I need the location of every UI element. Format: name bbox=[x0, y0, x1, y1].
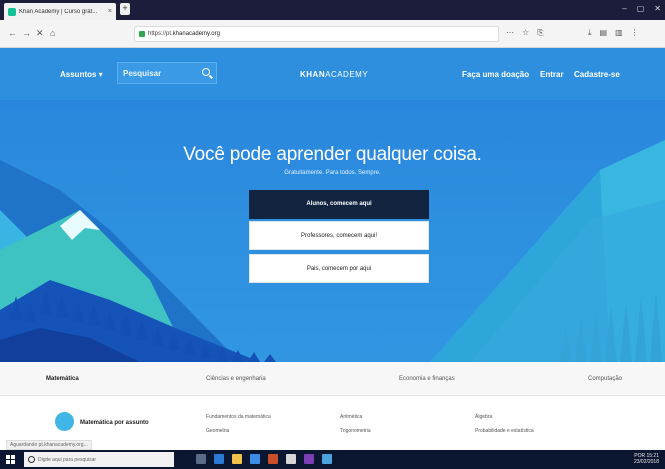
page-actions-icon[interactable]: ⋯ bbox=[506, 28, 514, 38]
tab-close-icon[interactable]: × bbox=[108, 8, 112, 15]
taskbar-search-input[interactable]: Digite aqui para pesquisar bbox=[38, 457, 96, 463]
back-icon[interactable]: ← bbox=[8, 28, 17, 38]
browser-tab[interactable]: Khan Academy | Curso grát... × bbox=[4, 3, 116, 20]
app-icon[interactable] bbox=[286, 454, 296, 464]
course-link[interactable]: Aritmética bbox=[340, 414, 362, 420]
site-logo[interactable]: KHANACADEMY bbox=[300, 70, 368, 79]
search-box[interactable]: Pesquisar bbox=[117, 62, 217, 84]
taskbar-search[interactable]: Digite aqui para pesquisar bbox=[24, 452, 174, 467]
new-tab-button[interactable]: + bbox=[120, 3, 130, 15]
close-window-icon[interactable]: ✕ bbox=[654, 4, 661, 13]
sidebar-icon[interactable]: ▥ bbox=[615, 28, 623, 38]
address-bar[interactable]: https://pt.khanacademy.org bbox=[134, 26, 499, 42]
subject-tab-economics[interactable]: Economia e finanças bbox=[399, 376, 455, 382]
parent-start-button[interactable]: Pais, comecem por aqui bbox=[249, 254, 429, 283]
course-link[interactable]: Geometria bbox=[206, 428, 229, 434]
learner-start-button[interactable]: Alunos, comecem aqui bbox=[249, 190, 429, 219]
subject-content: Matemática por assunto Fundamentos da ma… bbox=[0, 396, 665, 442]
teacher-start-button[interactable]: Professores, comecem aqui! bbox=[249, 221, 429, 250]
address-actions: ⋯ ☆ ⎘ bbox=[506, 28, 544, 38]
app-icon[interactable] bbox=[322, 454, 332, 464]
course-link[interactable]: Álgebra bbox=[475, 414, 492, 420]
course-link[interactable]: Trigonometria bbox=[340, 428, 371, 434]
stop-icon[interactable]: ✕ bbox=[36, 28, 44, 39]
reader-view-icon[interactable]: ⎘ bbox=[537, 28, 543, 38]
site-header: Assuntos ▾ Pesquisar KHANACADEMY Faça um… bbox=[0, 48, 665, 100]
course-title[interactable]: Matemática por assunto bbox=[80, 420, 149, 426]
bookmark-star-icon[interactable]: ☆ bbox=[522, 28, 529, 38]
library-icon[interactable]: ▤ bbox=[600, 28, 608, 38]
hero-title: Você pode aprender qualquer coisa. bbox=[183, 144, 482, 165]
tray-date: 23/02/2018 bbox=[633, 459, 659, 465]
course-link[interactable]: Fundamentos da matemática bbox=[206, 414, 271, 420]
hero-section: Você pode aprender qualquer coisa. Gratu… bbox=[0, 100, 665, 362]
system-tray[interactable]: POR 15:21 23/02/2018 bbox=[634, 453, 659, 465]
downloads-icon[interactable]: ⤓ bbox=[588, 28, 592, 38]
subject-tab-science[interactable]: Ciências e engenharia bbox=[206, 376, 266, 382]
home-icon[interactable]: ⌂ bbox=[50, 28, 55, 38]
app-icon[interactable] bbox=[304, 454, 314, 464]
browser-nav-bar: ← → ✕ ⌂ https://pt.khanacademy.org ⋯ ☆ ⎘… bbox=[0, 20, 665, 48]
firefox-icon[interactable] bbox=[268, 454, 278, 464]
store-icon[interactable] bbox=[250, 454, 260, 464]
lock-icon bbox=[139, 31, 145, 37]
url-text: https://pt.khanacademy.org bbox=[148, 31, 220, 37]
minimize-icon[interactable]: – bbox=[622, 4, 626, 13]
edge-icon[interactable] bbox=[214, 454, 224, 464]
donate-link[interactable]: Faça uma doação bbox=[462, 70, 529, 79]
favicon-icon bbox=[8, 7, 16, 16]
window-controls: – ▢ ✕ bbox=[622, 4, 661, 13]
search-icon[interactable] bbox=[202, 68, 210, 76]
menu-icon[interactable]: ⋮ bbox=[631, 28, 639, 38]
math-subject-icon bbox=[55, 412, 74, 431]
forward-icon[interactable]: → bbox=[22, 28, 31, 38]
course-link[interactable]: Probabilidade e estatística bbox=[475, 428, 534, 434]
subject-tab-computing[interactable]: Computação bbox=[588, 376, 622, 382]
cortana-icon bbox=[28, 456, 35, 463]
browser-toolbar: ⤓ ▤ ▥ ⋮ bbox=[588, 28, 639, 38]
file-explorer-icon[interactable] bbox=[232, 454, 242, 464]
signup-link[interactable]: Cadastre-se bbox=[574, 70, 620, 79]
task-view-icon[interactable] bbox=[196, 454, 206, 464]
windows-taskbar: Digite aqui para pesquisar POR 15:21 23/… bbox=[0, 450, 665, 469]
search-input[interactable]: Pesquisar bbox=[123, 69, 161, 78]
taskbar-apps bbox=[196, 454, 332, 464]
hero-subtitle: Gratuitamente. Para todos. Sempre. bbox=[284, 170, 381, 176]
windows-start-icon[interactable] bbox=[6, 455, 15, 464]
tab-title: Khan Academy | Curso grát... bbox=[19, 8, 98, 15]
browse-subjects-menu[interactable]: Assuntos ▾ bbox=[60, 70, 103, 79]
browser-status-bar: Aguardando pt.khanacademy.org... bbox=[6, 440, 92, 450]
subject-tab-math[interactable]: Matemática bbox=[46, 376, 79, 382]
login-link[interactable]: Entrar bbox=[540, 70, 564, 79]
maximize-icon[interactable]: ▢ bbox=[637, 4, 645, 13]
subject-nav: Matemática Ciências e engenharia Economi… bbox=[0, 362, 665, 396]
browser-tab-bar: Khan Academy | Curso grát... × + – ▢ ✕ bbox=[0, 0, 665, 20]
